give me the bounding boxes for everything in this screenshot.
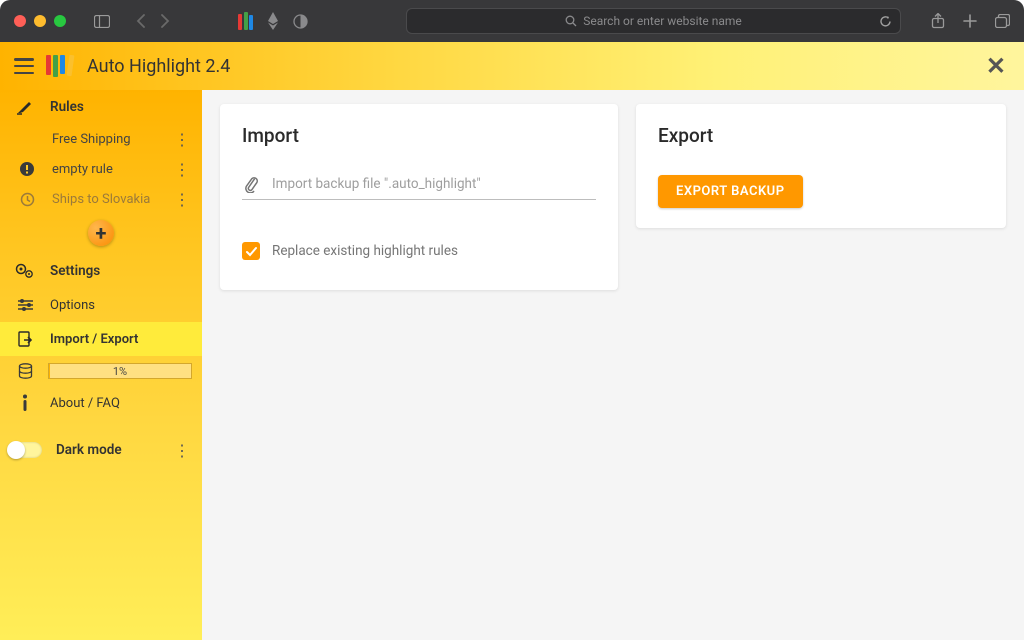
main-content: Import Import backup file ".auto_highlig… [202,90,1024,640]
tabs-overview-icon[interactable] [995,14,1010,28]
sidebar-options[interactable]: Options [0,288,202,322]
sidebar-settings-header[interactable]: Settings [0,254,202,288]
dark-mode-label: Dark mode [56,442,162,458]
gears-icon [14,263,36,279]
maximize-window-icon[interactable] [54,15,66,27]
warning-icon [16,161,38,177]
sidebar-rule-free-shipping[interactable]: Free Shipping ⋮ [0,124,202,154]
close-icon[interactable]: ✕ [986,52,1010,80]
extension-eth-icon[interactable] [267,12,279,30]
export-backup-button[interactable]: EXPORT BACKUP [658,175,803,208]
storage-percent: 1% [113,365,127,378]
highlighter-icon [14,99,36,115]
sidebar-import-export-label: Import / Export [50,332,138,347]
sidebar-rule-ships-slovakia[interactable]: Ships to Slovakia ⋮ [0,184,202,214]
sidebar-about[interactable]: About / FAQ [0,386,202,420]
rule-label: Free Shipping [52,132,156,147]
sidebar-rules-label: Rules [50,99,84,115]
app-logo-icon [46,55,73,77]
more-icon[interactable]: ⋮ [170,190,194,209]
sidebar-rule-empty[interactable]: empty rule ⋮ [0,154,202,184]
import-file-input[interactable]: Import backup file ".auto_highlight" [242,175,596,200]
reload-icon[interactable] [879,15,892,28]
clock-icon [16,192,38,207]
search-icon [565,15,577,27]
sidebar-import-export[interactable]: Import / Export [0,322,202,356]
rule-label: empty rule [52,162,156,177]
more-icon[interactable]: ⋮ [170,441,194,460]
app-title: Auto Highlight 2.4 [87,56,230,77]
more-icon[interactable]: ⋮ [170,130,194,149]
sidebar-toggle-icon[interactable] [94,15,110,28]
sidebar-options-label: Options [50,298,95,313]
sidebar-settings-label: Settings [50,263,100,279]
import-file-placeholder: Import backup file ".auto_highlight" [272,176,481,192]
sidebar-dark-mode: Dark mode ⋮ [0,430,202,470]
share-icon[interactable] [931,13,945,29]
menu-icon[interactable] [14,58,34,74]
forward-icon[interactable] [160,14,170,28]
more-icon[interactable]: ⋮ [170,160,194,179]
sidebar: Rules Free Shipping ⋮ empty rule ⋮ Ships… [0,90,202,640]
replace-rules-row: Replace existing highlight rules [242,242,596,260]
minimize-window-icon[interactable] [34,15,46,27]
address-placeholder: Search or enter website name [583,14,742,28]
close-window-icon[interactable] [14,15,26,27]
database-icon [14,363,36,379]
dark-mode-toggle[interactable] [8,442,42,458]
rule-label: Ships to Slovakia [52,192,156,207]
extension-books-icon[interactable] [238,12,253,30]
address-bar[interactable]: Search or enter website name [406,8,901,34]
replace-rules-label: Replace existing highlight rules [272,243,458,259]
sliders-icon [14,298,36,312]
sidebar-rules-header[interactable]: Rules [0,90,202,124]
storage-fill [49,364,50,378]
back-icon[interactable] [136,14,146,28]
nav-arrows [136,14,170,28]
extension-contrast-icon[interactable] [293,14,308,29]
sidebar-about-label: About / FAQ [50,396,120,411]
new-tab-icon[interactable] [963,14,977,28]
replace-rules-checkbox[interactable] [242,242,260,260]
sidebar-storage: 1% [0,356,202,386]
import-title: Import [242,124,596,147]
app-bar: Auto Highlight 2.4 ✕ [0,42,1024,90]
window-controls [14,15,66,27]
info-icon [14,394,36,412]
import-card: Import Import backup file ".auto_highlig… [220,104,618,290]
paperclip-icon [242,175,260,193]
titlebar-right [931,13,1010,29]
export-card: Export EXPORT BACKUP [636,104,1006,228]
browser-titlebar: Search or enter website name [0,0,1024,42]
import-export-icon [14,331,36,347]
storage-bar: 1% [48,363,192,379]
export-title: Export [658,124,984,147]
add-rule-button[interactable]: + [88,220,114,246]
